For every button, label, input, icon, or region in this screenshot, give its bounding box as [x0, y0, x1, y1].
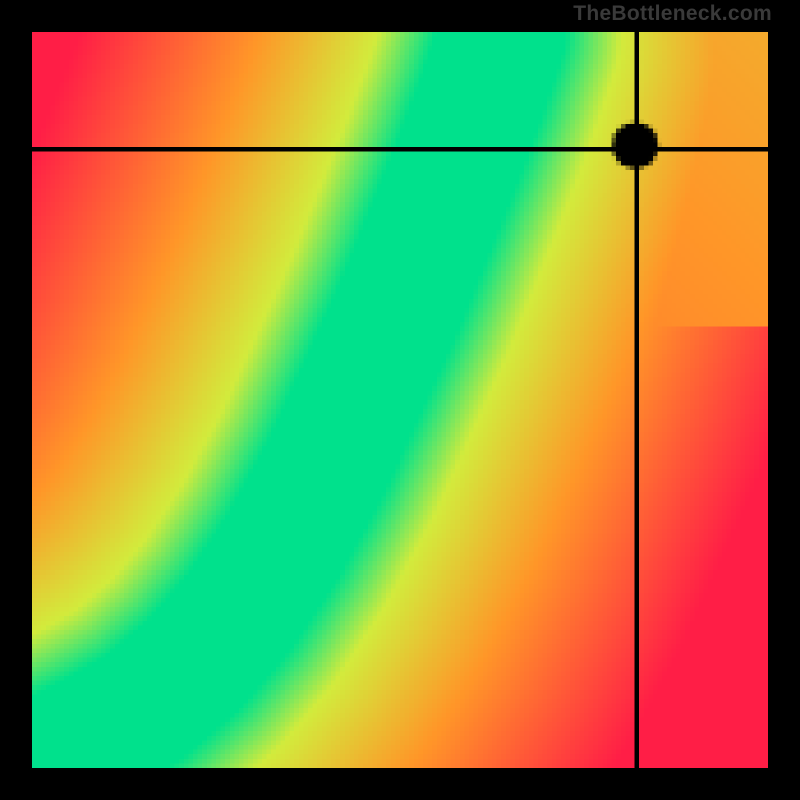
heatmap-canvas: [32, 32, 768, 768]
heatmap-plot: [32, 32, 768, 768]
chart-frame: TheBottleneck.com: [0, 0, 800, 800]
watermark-text: TheBottleneck.com: [573, 2, 772, 26]
